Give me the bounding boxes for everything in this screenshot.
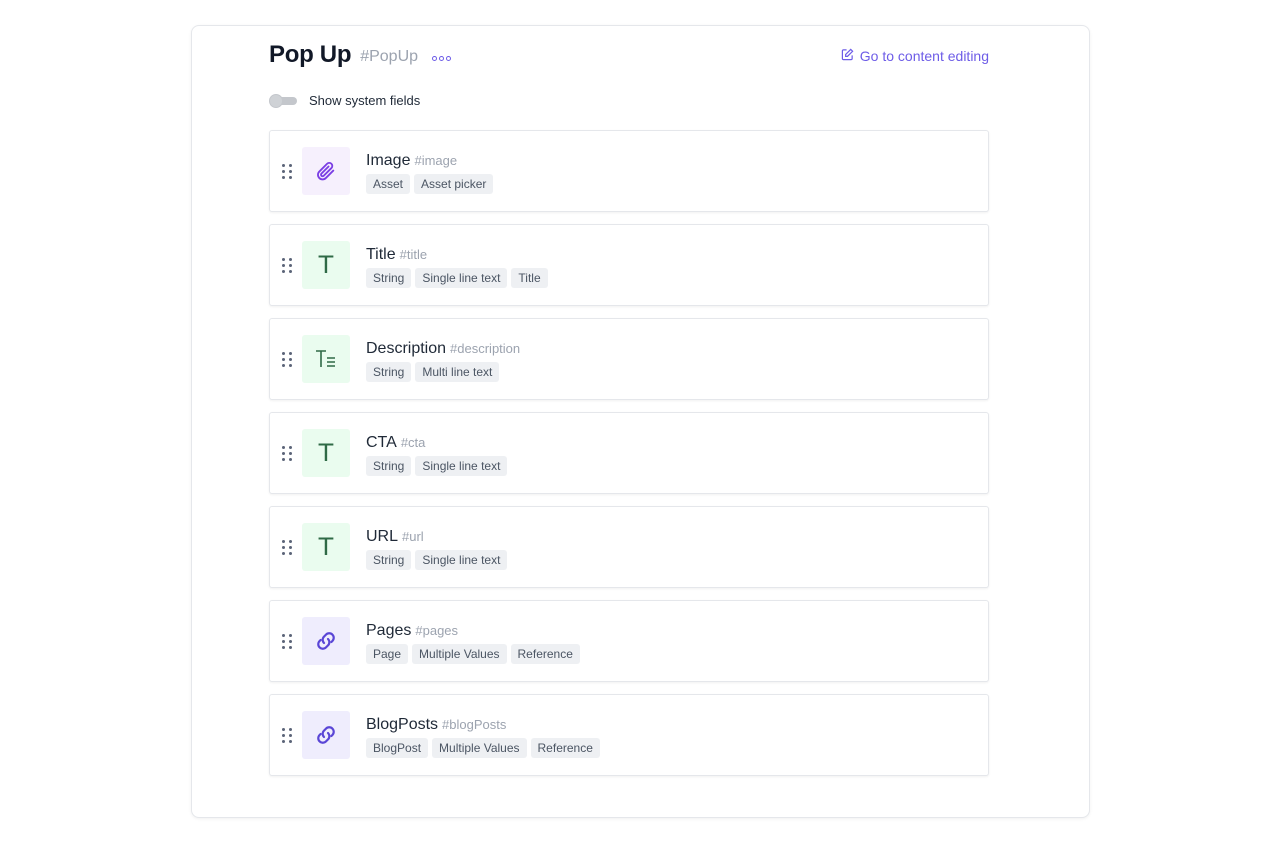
field-tags: BlogPost Multiple Values Reference: [366, 738, 600, 758]
field-row-description[interactable]: Description #description String Multi line …: [269, 318, 989, 400]
drag-handle-icon[interactable]: [282, 634, 292, 650]
system-fields-toggle[interactable]: [269, 93, 297, 108]
field-name: Description: [366, 340, 447, 357]
model-api-id: #PopUp: [360, 47, 419, 65]
field-tags: String Single line text: [366, 456, 508, 476]
field-tag: String: [366, 456, 412, 476]
field-tag: Reference: [510, 644, 580, 664]
field-tag: String: [366, 550, 412, 570]
field-name: URL: [366, 528, 399, 545]
field-info: Title #title String Single line text Title: [366, 246, 548, 288]
link-icon: [302, 617, 350, 665]
more-options-icon[interactable]: [432, 55, 452, 61]
field-name: CTA: [366, 434, 397, 451]
field-api-id: #description: [450, 341, 521, 356]
field-info: Description #description String Multi line …: [366, 340, 520, 382]
field-tag: Multiple Values: [412, 644, 507, 664]
field-name: Pages: [366, 622, 412, 639]
drag-handle-icon[interactable]: [282, 352, 292, 368]
field-tag: Page: [366, 644, 409, 664]
page-title: Pop Up: [269, 41, 352, 68]
system-fields-label: Show system fields: [309, 93, 421, 108]
field-row-title[interactable]: T Title #title String Single line text Title: [269, 224, 989, 306]
field-name: Title: [366, 246, 396, 263]
multi-line-text-icon: [302, 335, 350, 383]
field-info: Image #image Asset Asset picker: [366, 152, 494, 194]
field-tag: Single line text: [415, 550, 508, 570]
field-tag: Reference: [530, 738, 600, 758]
field-tags: Page Multiple Values Reference: [366, 644, 580, 664]
go-to-content-editing-link[interactable]: Go to content editing: [841, 48, 989, 64]
drag-handle-icon[interactable]: [282, 540, 292, 556]
field-tags: String Multi line text: [366, 362, 520, 382]
field-tag: Asset: [366, 174, 411, 194]
field-tag: String: [366, 362, 412, 382]
field-api-id: #title: [399, 247, 428, 262]
drag-handle-icon[interactable]: [282, 164, 292, 180]
field-row-pages[interactable]: Pages #pages Page Multiple Values Reference: [269, 600, 989, 682]
field-api-id: #image: [414, 153, 458, 168]
field-api-id: #blogPosts: [442, 717, 507, 732]
drag-handle-icon[interactable]: [282, 446, 292, 462]
field-row-cta[interactable]: T CTA #cta String Single line text: [269, 412, 989, 494]
field-tags: String Single line text Title: [366, 268, 548, 288]
field-info: BlogPosts #blogPosts BlogPost Multiple Valu…: [366, 716, 600, 758]
paperclip-icon: [302, 147, 350, 195]
field-api-id: #cta: [400, 435, 426, 450]
system-fields-toggle-row: Show system fields: [269, 93, 420, 108]
single-line-text-icon: T: [302, 523, 350, 571]
field-tag: Title: [511, 268, 548, 288]
field-tags: String Single line text: [366, 550, 508, 570]
field-tag: Multiple Values: [432, 738, 527, 758]
field-tag: Multi line text: [415, 362, 500, 382]
field-api-id: #pages: [415, 623, 459, 638]
field-tag: Single line text: [415, 456, 508, 476]
drag-handle-icon[interactable]: [282, 728, 292, 744]
model-header: Pop Up #PopUp Go to content editing: [269, 39, 989, 71]
field-info: URL #url String Single line text: [366, 528, 508, 570]
field-row-url[interactable]: T URL #url String Single line text: [269, 506, 989, 588]
drag-handle-icon[interactable]: [282, 258, 292, 274]
field-api-id: #url: [402, 529, 424, 544]
field-name: BlogPosts: [366, 716, 439, 733]
model-card: Pop Up #PopUp Go to content editing Show…: [191, 25, 1090, 818]
field-tag: Single line text: [415, 268, 508, 288]
field-info: CTA #cta String Single line text: [366, 434, 508, 476]
edit-icon: [841, 48, 854, 64]
field-row-image[interactable]: Image #image Asset Asset picker: [269, 130, 989, 212]
link-icon: [302, 711, 350, 759]
field-tag: BlogPost: [366, 738, 429, 758]
field-tag: Asset picker: [414, 174, 494, 194]
field-name: Image: [366, 152, 411, 169]
field-tag: String: [366, 268, 412, 288]
single-line-text-icon: T: [302, 241, 350, 289]
field-tags: Asset Asset picker: [366, 174, 494, 194]
field-info: Pages #pages Page Multiple Values Reference: [366, 622, 580, 664]
field-row-blogposts[interactable]: BlogPosts #blogPosts BlogPost Multiple Valu…: [269, 694, 989, 776]
edit-link-label: Go to content editing: [859, 48, 989, 64]
single-line-text-icon: T: [302, 429, 350, 477]
field-list: Image #image Asset Asset picker T Title #title…: [269, 130, 989, 788]
